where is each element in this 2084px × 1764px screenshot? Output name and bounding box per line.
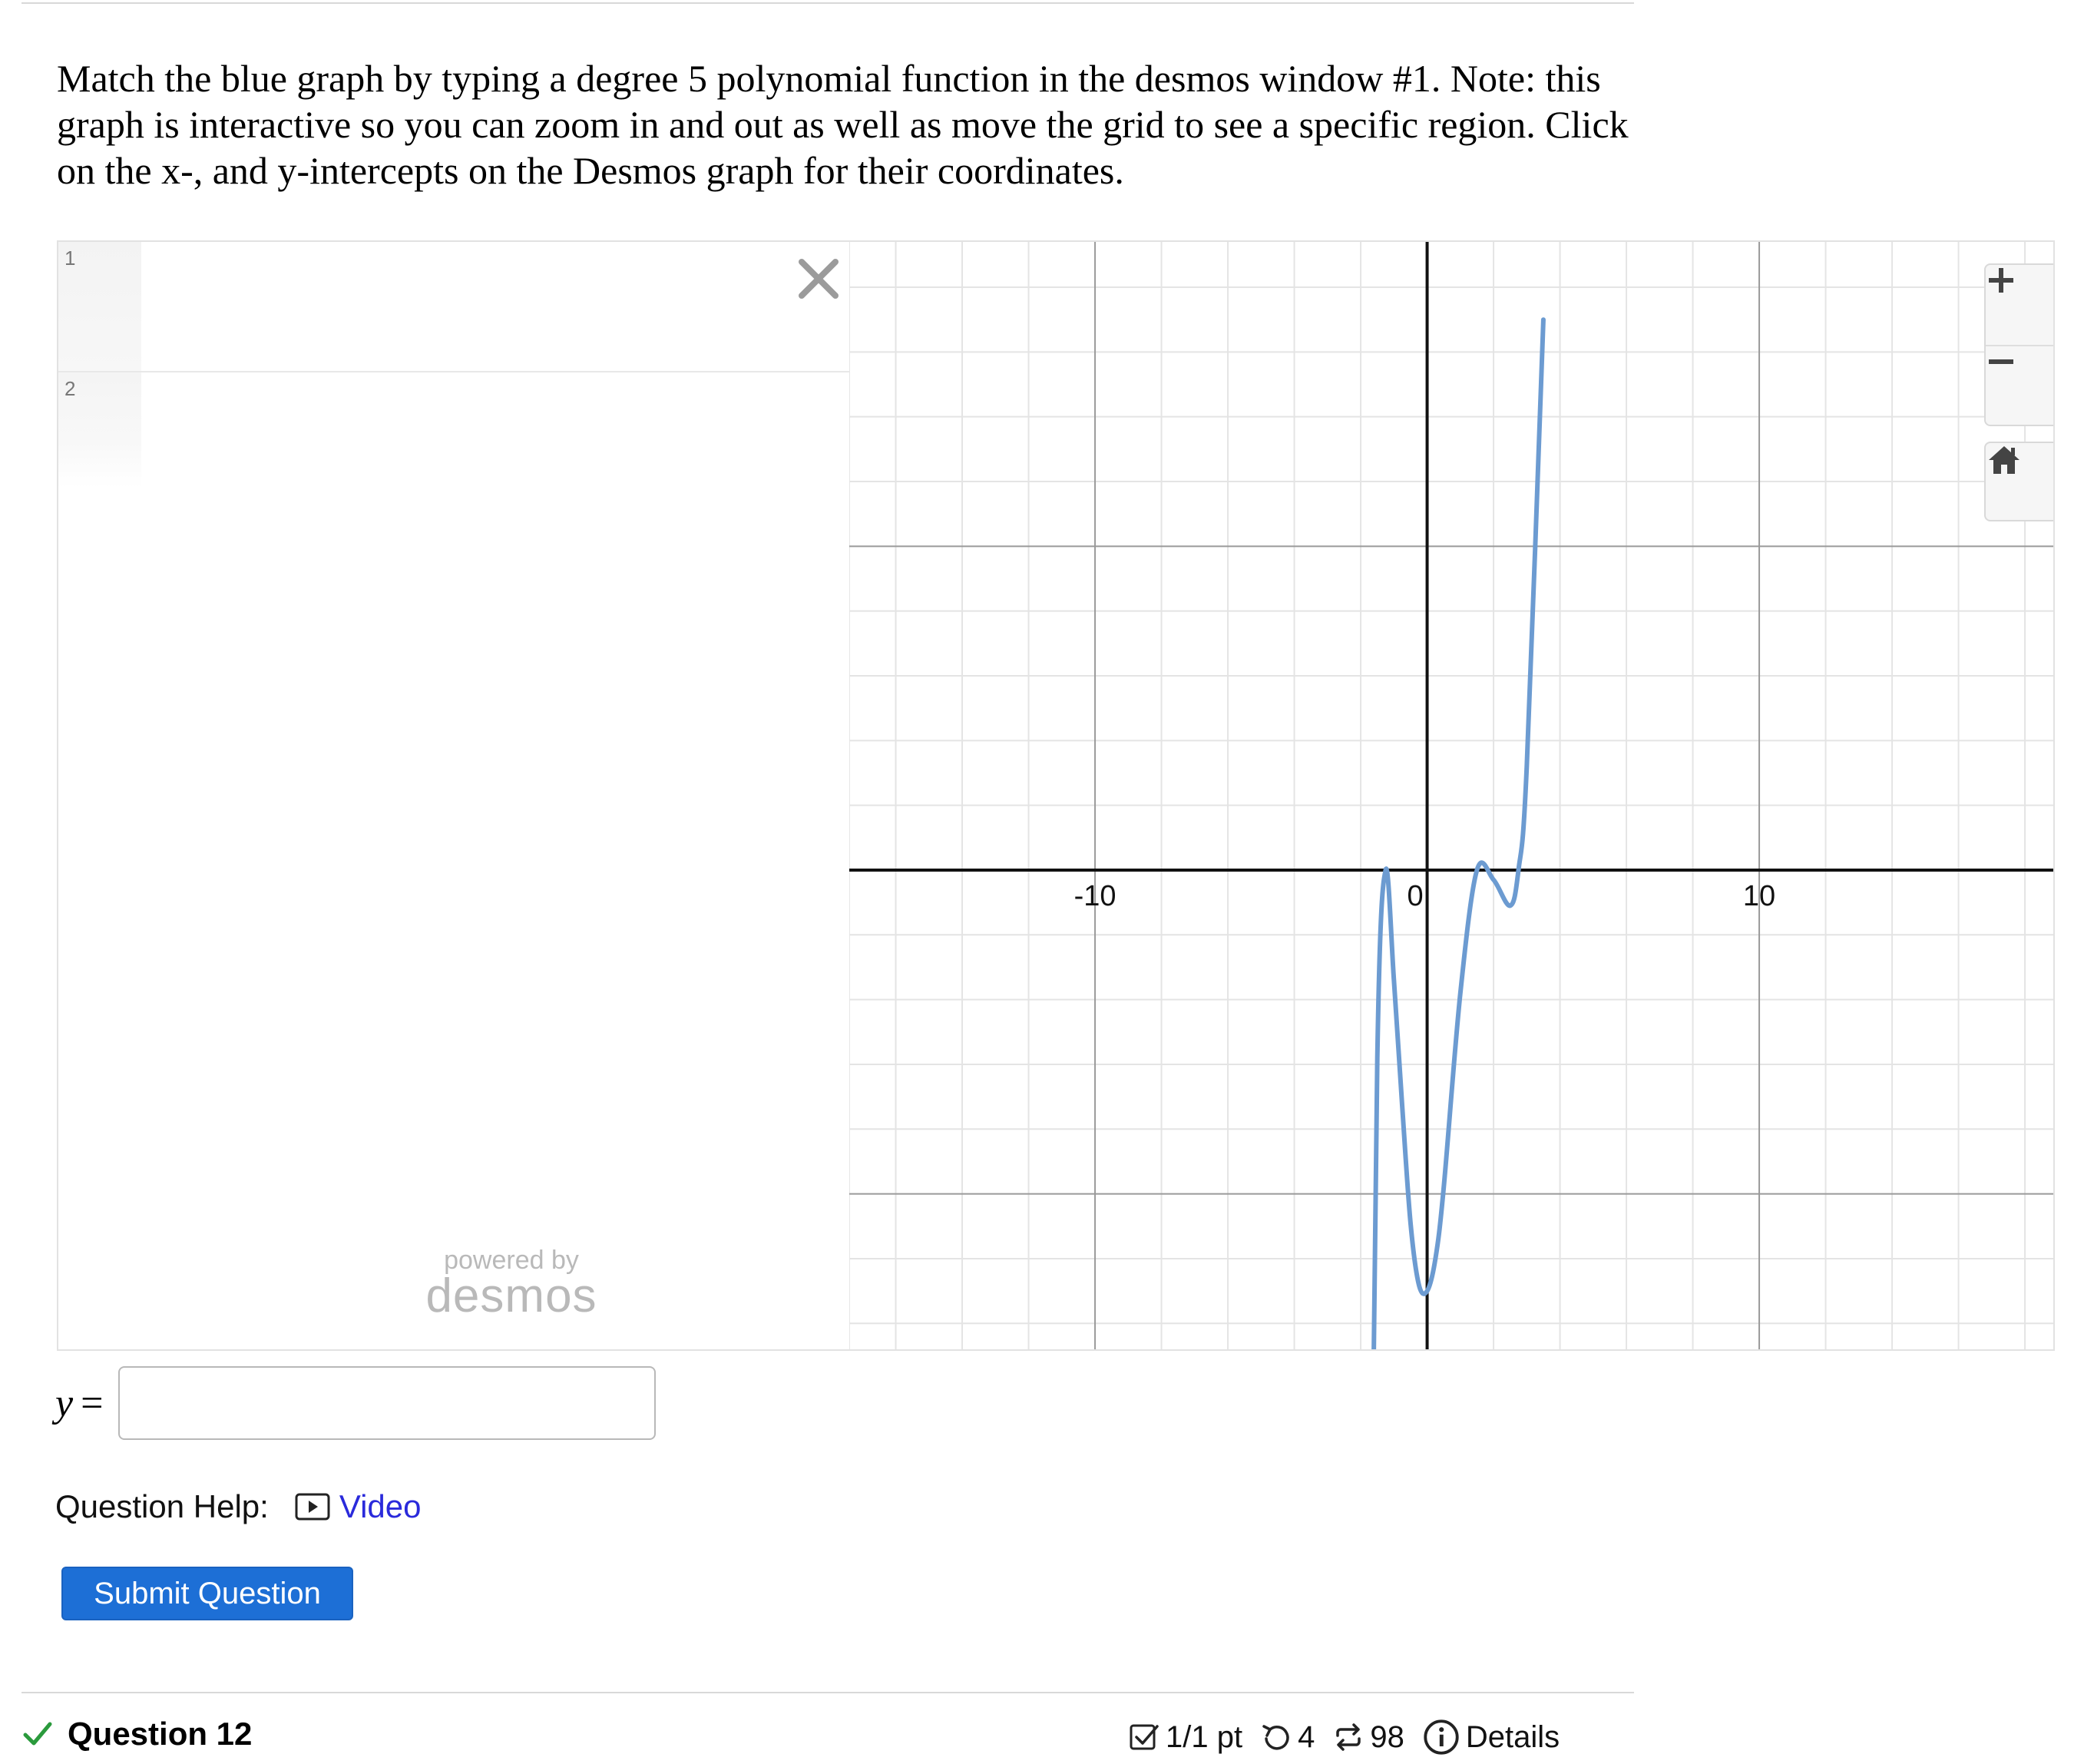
- desmos-widget[interactable]: 1 2 powered by desmos -1001020-20: [57, 240, 2055, 1351]
- top-divider: [22, 2, 1634, 4]
- zoom-out-button[interactable]: [1986, 346, 2053, 426]
- question-help-label: Question Help:: [55, 1488, 269, 1524]
- x-tick-label: 10: [1743, 880, 1775, 912]
- info-icon: [1424, 1719, 1459, 1755]
- checkbox-icon: [1130, 1724, 1159, 1750]
- powered-by-desmos: powered by desmos: [366, 1246, 657, 1322]
- question-help: Question Help: Video: [55, 1488, 422, 1525]
- video-link[interactable]: Video: [339, 1488, 422, 1525]
- graph-paper[interactable]: -1001020-20: [849, 242, 2055, 1349]
- expression-row-2[interactable]: 2: [58, 372, 849, 488]
- home-icon: [1989, 446, 2019, 474]
- checkmark-icon: [23, 1722, 52, 1746]
- repeat-icon: [1336, 1723, 1361, 1751]
- answer-input[interactable]: [118, 1366, 656, 1440]
- expression-number: 1: [65, 247, 76, 270]
- zoom-in-button[interactable]: [1986, 265, 2053, 346]
- question-title[interactable]: Question 12: [68, 1716, 252, 1752]
- bottom-divider: [22, 1692, 1634, 1693]
- expression-list: 1 2 powered by desmos: [58, 242, 850, 1349]
- answer-equals: =: [81, 1382, 104, 1425]
- graph-canvas[interactable]: -1001020-20: [849, 242, 2055, 1349]
- retries-group: 4: [1261, 1720, 1315, 1755]
- expression-number: 2: [65, 377, 76, 400]
- attempts-group: 98: [1333, 1720, 1404, 1755]
- desmos-logo: desmos: [425, 1269, 597, 1322]
- attempts-value: 98: [1370, 1719, 1404, 1754]
- x-tick-label: 0: [1408, 880, 1424, 912]
- x-tick-label: -10: [1074, 880, 1116, 912]
- details-button[interactable]: Details: [1423, 1719, 1560, 1756]
- question-meta: 1/1 pt 4 98 Details: [1129, 1719, 1578, 1756]
- retries-value: 4: [1298, 1719, 1315, 1754]
- submit-question-button[interactable]: Submit Question: [61, 1567, 353, 1620]
- details-label: Details: [1465, 1719, 1560, 1754]
- video-play-icon[interactable]: [295, 1493, 330, 1521]
- question-prompt: Match the blue graph by typing a degree …: [57, 57, 1629, 192]
- close-x-icon[interactable]: [796, 256, 842, 302]
- expression-row-1[interactable]: 1: [58, 242, 849, 372]
- plus-icon: [1989, 268, 2013, 293]
- zoom-controls: [1984, 263, 2053, 426]
- minus-icon: [1989, 359, 2013, 364]
- points-value: 1/1 pt: [1166, 1719, 1243, 1754]
- default-viewport-button[interactable]: [1984, 442, 2053, 521]
- polynomial-curve: [1371, 317, 1546, 1349]
- answer-label: y =: [55, 1381, 103, 1426]
- answer-variable: y: [55, 1382, 74, 1425]
- retry-icon: [1262, 1725, 1289, 1750]
- points-group: 1/1 pt: [1129, 1720, 1242, 1755]
- next-question-header: Question 12: [23, 1716, 252, 1752]
